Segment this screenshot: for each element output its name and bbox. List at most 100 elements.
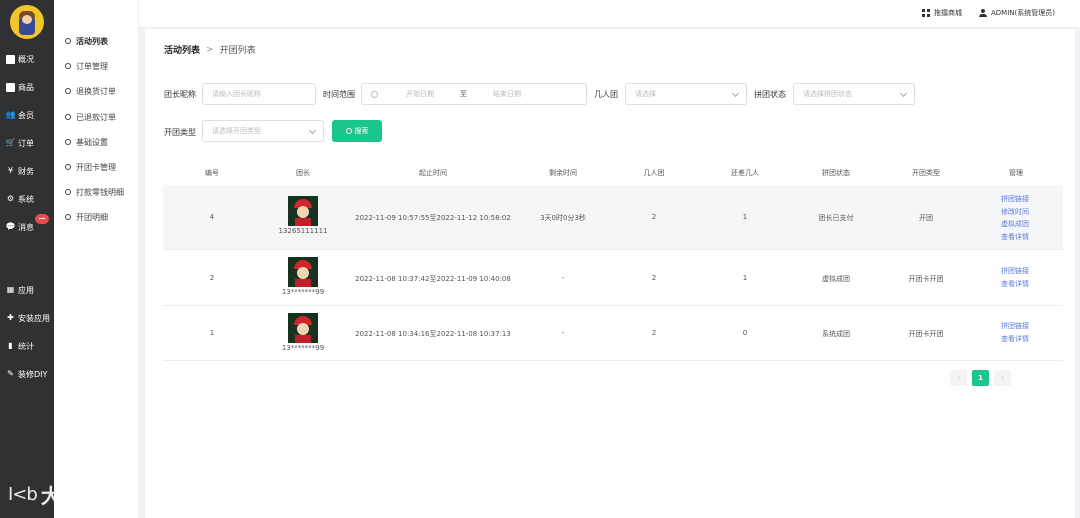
row-type: 开团卡开团 [908,275,944,283]
range-separator: 至 [460,90,467,98]
watermark-logo-icon: I<b [8,484,38,505]
nav-item-apps[interactable]: ▦ 应用 [0,280,54,300]
start-date-field[interactable]: 开始日期 [406,89,434,99]
row-remaining: 3天0时0分3秒 [540,214,586,222]
submenu-item-group-card-management[interactable]: 开团卡管理 [54,156,139,178]
row-leader: 13*******99 [281,288,325,296]
user-menu[interactable]: ADMIN(系统管理员) [979,8,1055,18]
nav-item-orders[interactable]: 🛒 订单 [0,133,54,153]
leader-avatar [288,196,318,226]
group-link-button[interactable]: 拼团链接 [1001,320,1029,333]
row-remaining: - [561,329,565,337]
row-actions: 拼团链接 查看详情 [1001,265,1029,290]
top-bar: 拖擂商城 ADMIN(系统管理员) [139,0,1080,28]
submenu-item-group-details[interactable]: 开团明细 [54,206,139,228]
nav-item-goods[interactable]: 商品 [0,77,54,97]
watermark: I<b 大数跨境 [8,480,121,509]
col-status: 拼团状态 [822,169,850,177]
col-leader: 团长 [296,169,310,177]
group-link-button[interactable]: 拼团链接 [1001,265,1029,278]
date-range-picker[interactable]: 开始日期 至 结束日期 [361,83,587,105]
bar-chart-icon: ▮ [8,341,13,350]
submenu-item-refunded-orders[interactable]: 已退款订单 [54,106,139,128]
main-content: 活动列表 > 开团列表 团长昵称 请输入团长昵称 时间范围 开始日期 至 结束日… [145,29,1075,518]
col-manage: 管理 [1009,169,1023,177]
group-status-select[interactable]: 请选择拼团状态 [793,83,915,105]
nav-item-install-apps[interactable]: ✚ 安装应用 [0,308,54,328]
watermark-text: 大数跨境 [40,484,121,508]
row-id: 4 [209,213,215,221]
group-link-button[interactable]: 拼团链接 [1001,193,1029,206]
row-time: 2022-11-09 10:57:55至2022-11-12 10:58:02 [355,214,511,222]
submenu-item-return-orders[interactable]: 退换货订单 [54,80,139,102]
square-icon [6,54,15,64]
calendar-icon [371,90,378,98]
breadcrumb-separator: > [206,44,214,55]
user-icon [979,9,987,17]
nav-item-diy[interactable]: ✎ 装修DIY [0,364,54,384]
circle-icon [65,164,71,170]
col-group-size: 几人团 [643,169,665,177]
edit-time-button[interactable]: 修改时间 [1001,206,1029,219]
row-type: 开团卡开团 [908,330,944,338]
group-status-label: 拼团状态 [754,90,786,99]
group-size-select[interactable]: 请选择 [625,83,747,105]
row-missing: 1 [742,213,748,221]
end-date-field[interactable]: 结束日期 [493,89,521,99]
nav-item-system[interactable]: ⚙ 系统 [0,189,54,209]
view-details-button[interactable]: 查看详情 [1001,231,1029,244]
leader-input[interactable]: 请输入团长昵称 [202,83,316,105]
chevron-down-icon [308,126,317,135]
search-icon [345,128,352,134]
col-remaining: 剩余时间 [549,169,577,177]
mall-link[interactable]: 拖擂商城 [922,8,962,18]
circle-icon [65,88,71,94]
submenu-item-basic-settings[interactable]: 基础设置 [54,131,139,153]
row-remaining: - [561,274,565,282]
view-details-button[interactable]: 查看详情 [1001,333,1029,346]
breadcrumb-parent[interactable]: 活动列表 [164,43,200,56]
submenu-item-payout-details[interactable]: 打款零钱明细 [54,181,139,203]
submenu-item-order-management[interactable]: 订单管理 [54,55,139,77]
brush-icon: ✎ [7,369,14,378]
table-row: 4 13265111111 2022-11-09 10:57:55至2022-1… [163,185,1063,250]
nav-item-overview[interactable]: 概况 [0,49,54,69]
puzzle-icon: ✚ [7,313,14,322]
next-page-button[interactable]: › [994,370,1011,386]
table-row: 1 13*******99 2022-11-08 10:34:16至2022-1… [163,306,1063,361]
table-row: 2 13*******99 2022-11-08 10:37:42至2022-1… [163,250,1063,306]
group-type-select[interactable]: 请选择开团类型 [202,120,324,142]
row-missing: 0 [742,329,748,337]
users-icon: 👥 [5,110,16,119]
group-size-label: 几人团 [594,90,618,99]
search-button[interactable]: 搜索 [332,120,382,142]
nav-item-finance[interactable]: ¥ 财务 [0,161,54,181]
store-logo[interactable] [10,5,44,39]
leader-avatar [288,257,318,287]
virtual-group-button[interactable]: 虚拟成团 [1001,218,1029,231]
row-id: 1 [209,329,215,337]
circle-icon [65,114,71,120]
row-actions: 拼团链接 查看详情 [1001,320,1029,345]
circle-icon [65,139,71,145]
col-missing: 还差几人 [731,169,759,177]
nav-item-members[interactable]: 👥 会员 [0,105,54,125]
message-badge [35,214,49,224]
row-status: 团长已支付 [818,214,854,222]
circle-icon [65,63,71,69]
circle-icon [65,189,71,195]
row-group-size: 2 [651,329,657,337]
row-type: 开团 [919,214,933,222]
col-id: 编号 [205,169,219,177]
view-details-button[interactable]: 查看详情 [1001,278,1029,291]
yen-icon: ¥ [7,166,14,175]
grid-icon: ▦ [6,285,15,294]
page-button-current[interactable]: 1 [972,370,989,386]
row-missing: 1 [742,274,748,282]
circle-icon [65,214,71,220]
submenu-item-activity-list[interactable]: 活动列表 [54,30,139,52]
table-header: 编号 团长 起止时间 剩余时间 几人团 还差几人 拼团状态 开团类型 管理 [163,163,1063,183]
chat-icon: 💬 [5,222,16,231]
prev-page-button[interactable]: ‹ [950,370,967,386]
nav-item-statistics[interactable]: ▮ 统计 [0,336,54,356]
